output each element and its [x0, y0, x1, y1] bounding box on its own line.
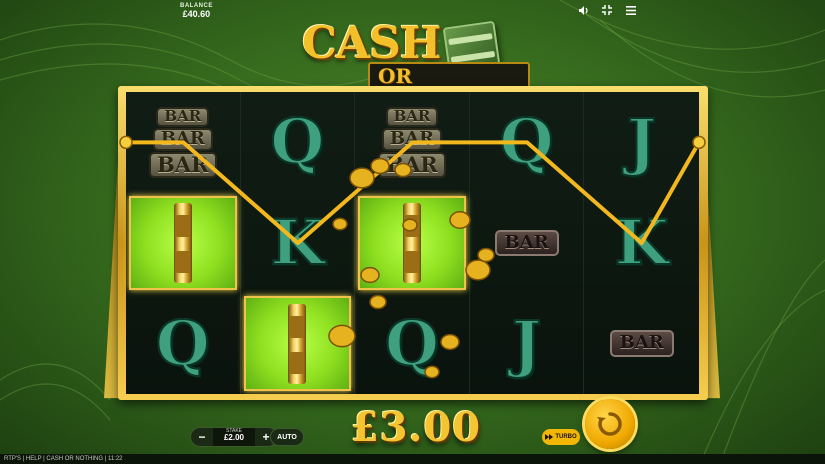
reel-cell: BAR	[584, 293, 699, 394]
symbol-triple-bar: BAR BAR BAR	[149, 106, 217, 178]
reel-2: QK	[240, 92, 356, 394]
symbol-j: J	[626, 105, 657, 179]
stake-value: £2.00	[223, 433, 245, 442]
symbol-cash-bundle	[129, 195, 237, 291]
reel-cell: K	[584, 193, 699, 294]
reel-cell	[355, 193, 469, 294]
reel-cell: K	[241, 193, 355, 294]
stake-display: STAKE £2.00	[213, 428, 255, 446]
reel-cell: BAR BAR BAR	[126, 92, 240, 193]
symbol-q: Q	[384, 306, 440, 380]
reel-1: BAR BAR BAR Q	[126, 92, 241, 394]
cash-bundle-icon	[173, 203, 192, 283]
bar-label: BAR	[378, 151, 446, 178]
spin-icon	[597, 412, 622, 436]
game-logo: CASH OR NOTHING	[298, 18, 530, 114]
reel-cell: Q	[355, 293, 469, 394]
symbol-triple-bar: BAR BAR BAR	[378, 106, 446, 178]
symbol-q: Q	[155, 306, 211, 380]
menu-icon[interactable]	[625, 4, 637, 16]
reel-4: Q BAR J	[469, 92, 585, 394]
reel-cell: J	[584, 92, 699, 193]
reel-cell: J	[470, 293, 584, 394]
stake-control: − STAKE £2.00 +	[190, 427, 278, 447]
symbol-cash-bundle	[358, 195, 466, 291]
reel-cell: Q	[126, 293, 240, 394]
autoplay-button[interactable]: AUTO	[270, 428, 304, 446]
bar-label: BAR	[156, 106, 210, 127]
reel-cell	[241, 293, 355, 394]
symbol-bar: BAR	[494, 229, 559, 257]
turbo-button[interactable]: TURBO	[542, 429, 580, 445]
stake-minus-button[interactable]: −	[191, 428, 213, 446]
symbol-bar: BAR	[609, 330, 674, 358]
bar-label: BAR	[152, 127, 213, 151]
cash-bundle-icon	[402, 203, 421, 283]
symbol-q: Q	[269, 105, 325, 179]
reel-cell: BAR BAR BAR	[355, 92, 469, 193]
fast-forward-icon	[545, 434, 554, 440]
spin-button[interactable]	[585, 399, 635, 449]
turbo-label: TURBO	[555, 434, 577, 440]
reel-5: J K BAR	[584, 92, 699, 394]
top-icon-bar	[577, 4, 637, 16]
reel-cell: BAR	[470, 193, 584, 294]
bar-label: BAR	[381, 127, 443, 151]
symbol-k: K	[614, 205, 670, 279]
symbol-q: Q	[499, 105, 555, 179]
cash-bundle-icon	[288, 303, 307, 384]
reel-3: BAR BAR BAR Q	[355, 92, 470, 394]
footer-bar: RTP'S | HELP | CASH OR NOTHING | 11:22	[0, 454, 825, 464]
volume-icon[interactable]	[577, 4, 589, 16]
bar-label: BAR	[385, 106, 439, 127]
bar-label: BAR	[149, 151, 217, 178]
fullscreen-icon[interactable]	[601, 4, 613, 16]
reel-cell	[126, 193, 240, 294]
reels-grid: BAR BAR BAR Q Q K BAR BAR BAR Q Q BAR J J K BAR	[126, 92, 699, 394]
reel-cell: Q	[241, 92, 355, 193]
balance-value: £40.60	[182, 9, 211, 19]
balance-display: BALANCE £40.60	[180, 3, 213, 19]
symbol-cash-bundle	[243, 296, 352, 391]
win-amount: £3.00	[350, 404, 482, 451]
symbol-j: J	[511, 306, 542, 380]
symbol-k: K	[269, 205, 325, 279]
reel-cell: Q	[470, 92, 584, 193]
